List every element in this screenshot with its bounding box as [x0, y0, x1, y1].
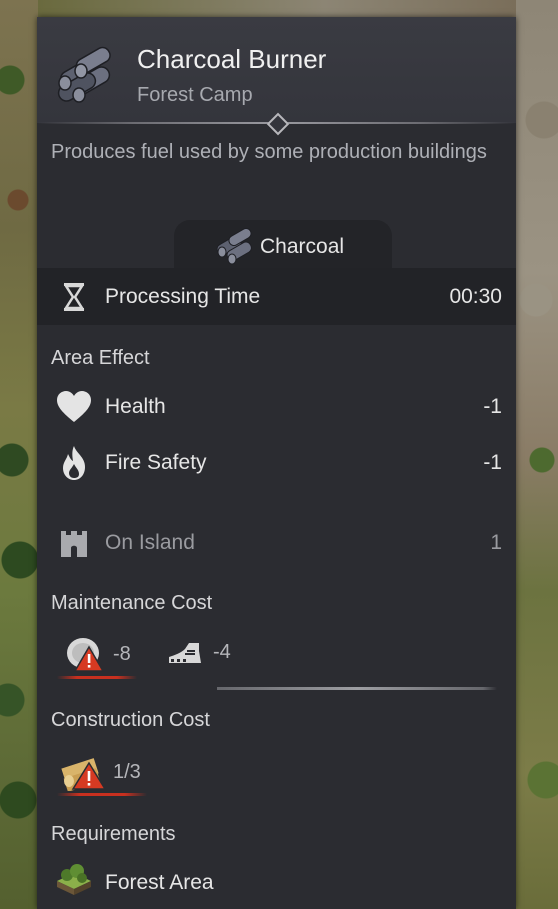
- forest-area-icon: [55, 861, 93, 902]
- coin-warning-icon: [65, 635, 107, 680]
- processing-time-label: Processing Time: [105, 285, 261, 308]
- requirement-forest-area: Forest Area: [105, 871, 214, 894]
- product-name: Charcoal: [260, 235, 345, 258]
- health-value: -1: [483, 395, 502, 418]
- game-map-background-top: [38, 0, 516, 18]
- game-map-background-left: [0, 0, 38, 909]
- tooltip-header: Charcoal Burner Forest Camp: [37, 17, 516, 123]
- charcoal-icon: [214, 226, 256, 266]
- maintenance-workforce-value: -4: [213, 641, 231, 663]
- workforce-boot-icon: [167, 641, 203, 672]
- fire-safety-value: -1: [483, 451, 502, 474]
- game-map-background-right: [516, 0, 558, 909]
- fire-safety-label: Fire Safety: [105, 451, 207, 474]
- area-effect-heading: Area Effect: [51, 347, 150, 369]
- building-category: Forest Camp: [137, 84, 253, 106]
- section-divider: [217, 687, 497, 690]
- flame-icon: [59, 445, 89, 486]
- maintenance-cost-heading: Maintenance Cost: [51, 592, 213, 614]
- heart-icon: [55, 390, 93, 429]
- maintenance-warning-underline: [57, 676, 137, 679]
- construction-cost-heading: Construction Cost: [51, 709, 210, 731]
- timber-warning-icon: [61, 749, 107, 796]
- building-title: Charcoal Burner: [137, 44, 327, 74]
- processing-time-value: 00:30: [449, 285, 502, 308]
- charcoal-burner-icon: [53, 39, 121, 105]
- construction-timber-value: 1/3: [113, 761, 141, 783]
- requirements-heading: Requirements: [51, 823, 176, 845]
- maintenance-coin-value: -8: [113, 643, 131, 665]
- product-tab[interactable]: Charcoal: [174, 220, 392, 274]
- castle-icon: [59, 529, 89, 562]
- on-island-value: 1: [490, 531, 502, 554]
- construction-warning-underline: [57, 793, 147, 796]
- hourglass-icon: [63, 282, 85, 312]
- building-description: Produces fuel used by some production bu…: [51, 141, 487, 163]
- building-tooltip: Charcoal Burner Forest Camp Produces fue…: [37, 17, 516, 909]
- on-island-label: On Island: [105, 531, 195, 554]
- processing-time-row: Processing Time 00:30: [37, 268, 516, 325]
- health-label: Health: [105, 395, 166, 418]
